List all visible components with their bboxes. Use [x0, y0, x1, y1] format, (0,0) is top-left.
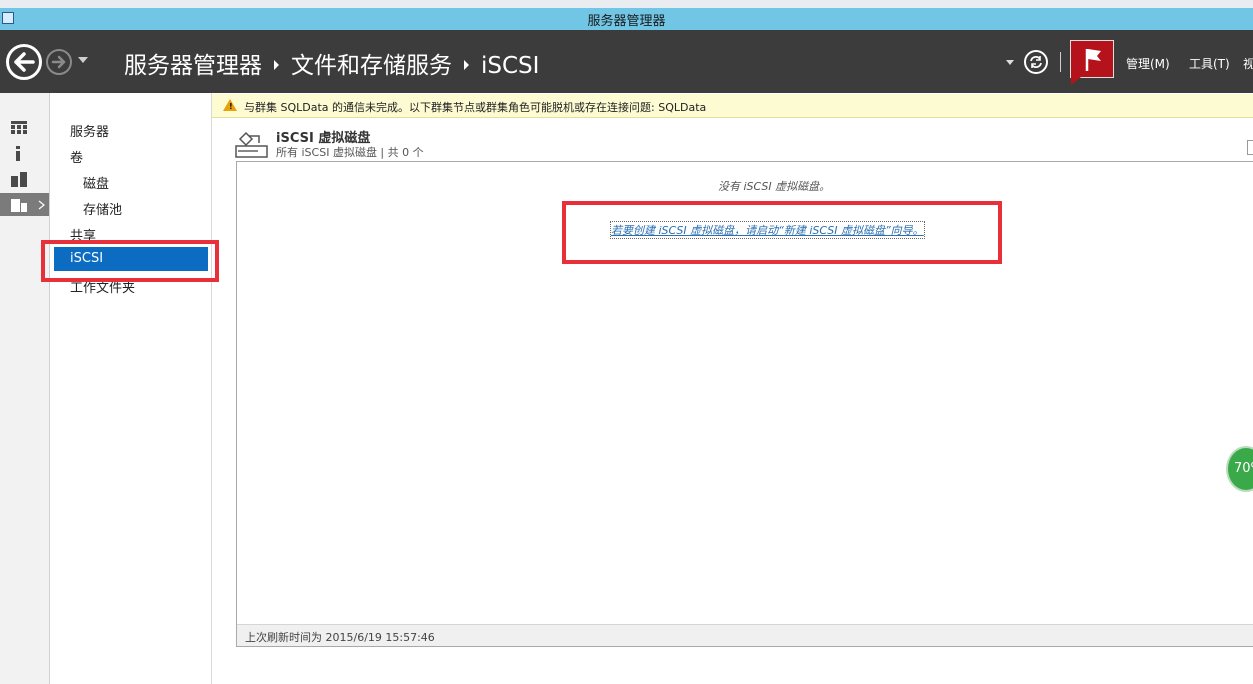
menu-manage[interactable]: 管理(M): [1126, 55, 1170, 72]
gauge-label: 70%: [1234, 461, 1253, 476]
chevron-right-icon: [464, 60, 469, 70]
history-dropdown-icon[interactable]: [78, 57, 88, 63]
arrow-left-icon: [14, 52, 35, 72]
nav-item-volumes[interactable]: 卷: [70, 147, 83, 166]
empty-message: 没有 iSCSI 虚拟磁盘。: [718, 180, 831, 193]
left-icon-rail: [0, 93, 50, 684]
virtual-disk-icon: [235, 131, 268, 158]
tile-subtitle: 所有 iSCSI 虚拟磁盘 | 共 0 个: [276, 146, 424, 159]
refresh-icon: [1030, 56, 1042, 68]
warning-icon: !: [223, 99, 237, 111]
title-bar: 服务器管理器: [0, 8, 1253, 30]
tasks-button[interactable]: [1247, 140, 1253, 155]
status-bar: 上次刷新时间为 2015/6/19 15:57:46: [237, 624, 1253, 646]
servers-icon[interactable]: [10, 171, 28, 187]
refresh-button[interactable]: [1024, 50, 1048, 74]
flag-pointer: [1071, 77, 1081, 85]
dashboard-icon[interactable]: [10, 120, 28, 136]
highlight-box: [41, 240, 219, 282]
nav-item-storage-pools[interactable]: 存储池: [83, 199, 122, 218]
file-storage-icon[interactable]: [10, 197, 28, 213]
notifications-button[interactable]: [1070, 40, 1114, 78]
info-icon[interactable]: [10, 145, 28, 161]
flag-icon: [1085, 49, 1101, 71]
forward-button[interactable]: [46, 49, 72, 75]
header-bar: 服务器管理器 文件和存储服务 iSCSI 管理(M) 工具(T) 视: [0, 30, 1253, 93]
menu-tools[interactable]: 工具(T): [1189, 55, 1230, 72]
arrow-right-icon: [51, 55, 66, 69]
breadcrumb: 服务器管理器 文件和存储服务 iSCSI: [124, 46, 539, 80]
menu-view[interactable]: 视: [1243, 55, 1253, 72]
warning-text: 与群集 SQLData 的通信未完成。以下群集节点或群集角色可能脱机或存在连接问…: [244, 101, 707, 114]
breadcrumb-item[interactable]: 文件和存储服务: [291, 53, 452, 79]
window-title: 服务器管理器: [587, 14, 666, 29]
nav-item-disks[interactable]: 磁盘: [83, 173, 109, 192]
back-button[interactable]: [6, 44, 42, 80]
chevron-down-icon[interactable]: [1006, 60, 1014, 65]
divider: [1060, 52, 1061, 72]
last-refresh-text: 上次刷新时间为 2015/6/19 15:57:46: [245, 631, 435, 644]
chevron-right-icon: [274, 60, 279, 70]
nav-item-servers[interactable]: 服务器: [70, 121, 109, 140]
highlight-box: [562, 201, 1002, 264]
expand-arrow-icon: [38, 200, 45, 210]
nav-panel: 服务器 卷 磁盘 存储池 共享 iSCSI 工作文件夹: [50, 93, 212, 684]
breadcrumb-item: iSCSI: [481, 53, 540, 79]
breadcrumb-item[interactable]: 服务器管理器: [124, 53, 262, 79]
warning-bar[interactable]: ! 与群集 SQLData 的通信未完成。以下群集节点或群集角色可能脱机或存在连…: [212, 94, 1253, 118]
